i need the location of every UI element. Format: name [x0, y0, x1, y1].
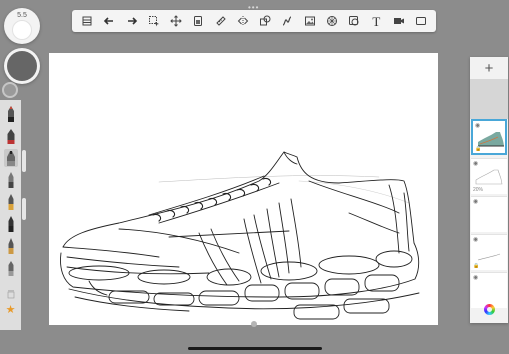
- lock-icon: 🔒: [475, 146, 482, 152]
- brush-palette: ★: [0, 100, 21, 330]
- brush-size-preview: [12, 20, 32, 40]
- move-icon[interactable]: [167, 12, 185, 30]
- ruler-icon[interactable]: [212, 12, 230, 30]
- pencil-icon[interactable]: [4, 127, 18, 145]
- redo-arrow-icon[interactable]: [123, 12, 141, 30]
- opacity-preview: [7, 51, 37, 81]
- home-indicator[interactable]: [188, 347, 322, 350]
- selection-icon[interactable]: [145, 12, 163, 30]
- lock-icon: 🔒: [473, 263, 480, 269]
- pen-icon[interactable]: [4, 171, 18, 189]
- marker-icon[interactable]: [3, 149, 18, 167]
- brush-icon[interactable]: [4, 237, 18, 255]
- image-icon[interactable]: [301, 12, 319, 30]
- text-tool-label: T: [372, 13, 381, 29]
- color-wheel-button[interactable]: [470, 295, 508, 323]
- eye-icon[interactable]: ◉: [473, 274, 478, 281]
- top-toolbar: T: [72, 10, 436, 32]
- shapes-icon[interactable]: [256, 12, 274, 30]
- layer-preview: [475, 169, 503, 185]
- layer-thumbnail[interactable]: ◉: [471, 196, 507, 232]
- add-layer-button[interactable]: +: [470, 57, 508, 79]
- star-icon[interactable]: ★: [6, 305, 16, 316]
- brush-size-value: 5.5: [17, 12, 27, 19]
- fill-icon[interactable]: [189, 12, 207, 30]
- undo-arrow-icon[interactable]: [100, 12, 118, 30]
- camera-icon[interactable]: [390, 12, 408, 30]
- brush-size-puck[interactable]: 5.5: [4, 8, 40, 44]
- color-puck[interactable]: [2, 82, 18, 98]
- layer-thumbnail[interactable]: ◉ 20%: [471, 158, 507, 194]
- list-icon[interactable]: [78, 12, 96, 30]
- fullscreen-icon[interactable]: [412, 12, 430, 30]
- layer-opacity-badge: 20%: [473, 187, 484, 193]
- layer-thumbnail[interactable]: ◉ 🔒: [471, 234, 507, 270]
- brush-panel-handle-top[interactable]: [22, 150, 26, 172]
- brush-panel-handle-bottom[interactable]: [22, 198, 26, 220]
- curve-icon[interactable]: [278, 12, 296, 30]
- brush-icon[interactable]: [4, 259, 18, 277]
- pencil-icon[interactable]: [4, 105, 18, 123]
- canvas-handle[interactable]: [251, 321, 257, 327]
- eraser-icon[interactable]: [4, 281, 18, 299]
- layers-panel: + ◉ 🔒 ◉ 20% ◉ ◉ 🔒 ◉: [470, 57, 508, 323]
- opacity-puck[interactable]: [4, 48, 40, 84]
- color-wheel-icon: [483, 303, 495, 315]
- perspective-icon[interactable]: [323, 12, 341, 30]
- drawing-canvas[interactable]: [49, 53, 438, 325]
- pen-icon[interactable]: [4, 215, 18, 233]
- layer-preview: [477, 253, 501, 261]
- pen-icon[interactable]: [4, 193, 18, 211]
- layer-thumbnail[interactable]: ◉ 🔒: [471, 119, 507, 155]
- eye-icon[interactable]: ◉: [473, 198, 478, 205]
- symmetry-icon[interactable]: [234, 12, 252, 30]
- shoe-sketch: [60, 151, 420, 320]
- stamp-icon[interactable]: [345, 12, 363, 30]
- layers-empty-area: [470, 79, 508, 119]
- text-icon[interactable]: T: [367, 12, 385, 30]
